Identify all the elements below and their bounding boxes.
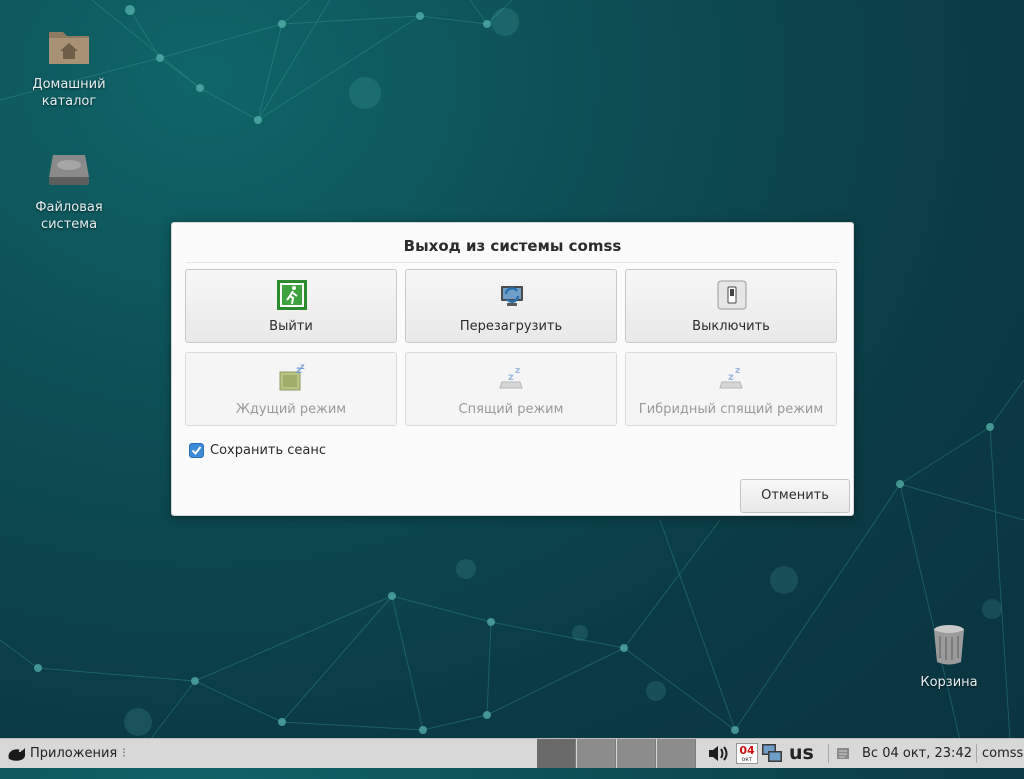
notes-icon[interactable]	[835, 739, 851, 768]
restart-icon	[497, 280, 527, 310]
hibernate-label: Спящий режим	[458, 402, 564, 417]
xfce-mouse-icon	[8, 748, 26, 761]
hybrid-sleep-label: Гибридный спящий режим	[638, 402, 824, 417]
cancel-button[interactable]: Отменить	[740, 479, 850, 513]
title-separator	[186, 262, 839, 263]
suspend-label: Ждущий режим	[235, 402, 347, 417]
user-menu[interactable]: comss	[982, 739, 1023, 768]
desktop-icon-label: Корзина	[920, 675, 978, 690]
home-folder-icon	[45, 22, 93, 70]
svg-text:z: z	[515, 366, 520, 376]
desktop-icon-trash[interactable]: Корзина	[904, 620, 994, 691]
shutdown-label: Выключить	[692, 319, 770, 334]
hibernate-icon: z z	[497, 363, 527, 393]
menu-separator-glyph: ⁝	[122, 746, 127, 761]
save-session-checkbox[interactable]	[189, 443, 204, 458]
svg-text:z: z	[300, 363, 305, 371]
shutdown-icon	[717, 280, 747, 310]
trash-icon	[925, 620, 973, 668]
workspace-4[interactable]	[657, 739, 696, 768]
panel-separator	[828, 744, 829, 763]
restart-button[interactable]: Перезагрузить	[405, 269, 617, 343]
desktop-icon-home[interactable]: Домашний каталог	[24, 22, 114, 110]
bottom-panel: Приложения ⁝ 04 окт us Вс 04 окт, 23:42 …	[0, 738, 1024, 768]
calendar-icon[interactable]: 04 окт	[736, 739, 758, 768]
desktop-icon-label: Файловая система	[35, 200, 103, 232]
calendar-day: 04	[739, 744, 755, 757]
hybrid-sleep-button[interactable]: z z Гибридный спящий режим	[625, 352, 837, 426]
suspend-icon: z z	[277, 362, 307, 393]
volume-icon[interactable]	[706, 739, 730, 768]
hybrid-sleep-icon: z z	[717, 363, 747, 393]
drive-icon	[45, 145, 93, 193]
svg-text:z: z	[728, 372, 734, 383]
keyboard-layout[interactable]: us	[789, 739, 814, 768]
logout-icon	[277, 280, 307, 310]
applications-label: Приложения	[30, 746, 118, 761]
dialog-title: Выход из системы comss	[403, 237, 622, 255]
logout-label: Выйти	[269, 319, 313, 334]
checkmark-icon	[191, 446, 202, 456]
shutdown-button[interactable]: Выключить	[625, 269, 837, 343]
desktop-icon-filesystem[interactable]: Файловая система	[24, 145, 114, 233]
logout-dialog: Выход из системы comss Выйти Перезагрузи	[171, 222, 854, 516]
panel-separator	[976, 744, 977, 763]
hibernate-button[interactable]: z z Спящий режим	[405, 352, 617, 426]
desktop-icon-label: Домашний каталог	[32, 77, 106, 109]
calendar-month: окт	[741, 756, 753, 763]
workspace-1[interactable]	[537, 739, 576, 768]
clock[interactable]: Вс 04 окт, 23:42	[862, 739, 972, 768]
save-session-label[interactable]: Сохранить сеанс	[210, 443, 326, 458]
logout-button[interactable]: Выйти	[185, 269, 397, 343]
restart-label: Перезагрузить	[459, 319, 563, 334]
network-icon[interactable]	[761, 739, 783, 768]
workspace-2[interactable]	[577, 739, 616, 768]
svg-text:z: z	[508, 372, 514, 383]
suspend-button[interactable]: z z Ждущий режим	[185, 352, 397, 426]
svg-text:z: z	[735, 366, 740, 376]
workspace-3[interactable]	[617, 739, 656, 768]
